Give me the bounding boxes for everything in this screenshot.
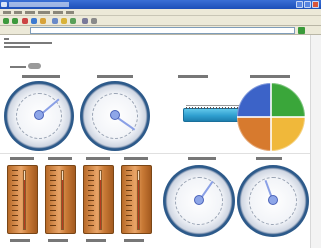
thermometer [121,165,152,234]
menu-item[interactable] [53,11,63,14]
thermometer-label [10,157,34,160]
menu-bar [0,9,321,16]
gauge-label [188,157,216,160]
thermometer [83,165,114,234]
radial-gauge [237,165,309,237]
gauge-label [97,75,133,78]
thermometer-fill [100,179,101,229]
address-bar [0,26,321,35]
thermometer-scale [12,170,18,230]
menu-item[interactable] [25,11,35,14]
section-divider [0,153,321,154]
thermometer-label [48,157,72,160]
thermometer-caption [124,239,144,242]
thermometer-tube [23,170,26,230]
forward-icon[interactable] [12,18,18,24]
linear-gauge-label [178,75,208,78]
gauge-hub [110,110,120,120]
refresh-icon[interactable] [31,18,37,24]
app-icon [1,2,7,7]
stop-icon[interactable] [22,18,28,24]
gauge-label [256,157,282,160]
minimize-button[interactable] [296,1,303,8]
thermometer-scale [50,170,56,230]
pie-label [250,75,290,78]
thermometer [7,165,38,234]
thermometer-fill [138,179,139,229]
nav-button[interactable] [28,63,41,69]
gauge-hub [34,110,44,120]
maximize-button[interactable] [304,1,311,8]
window-title [9,2,69,7]
thermometer-fill [62,179,63,229]
scrollbar[interactable] [310,35,321,248]
pie-divider [270,83,272,151]
mail-icon[interactable] [82,18,88,24]
thermometer-label [86,157,110,160]
linear-gauge-scale [186,107,240,109]
gauge-hub [194,195,204,205]
header-text [10,66,26,68]
menu-item[interactable] [38,11,50,14]
toolbar [0,16,321,26]
thermometer-fill [24,179,25,229]
thermometer-tube [137,170,140,230]
print-icon[interactable] [91,18,97,24]
thermometer-scale [126,170,132,230]
thermometer-tube [61,170,64,230]
thermometer-caption [10,239,30,242]
linear-gauge [183,105,241,122]
menu-item[interactable] [66,11,74,14]
thermometer-scale [88,170,94,230]
thermometer-label [124,157,148,160]
menu-item[interactable] [3,11,11,14]
header-text [4,46,30,48]
gauge-label [22,75,60,78]
search-icon[interactable] [52,18,58,24]
thermometer-caption [86,239,106,242]
thermometer-tube [99,170,102,230]
home-icon[interactable] [40,18,46,24]
thermometer-caption [48,239,68,242]
pie-chart [237,83,305,151]
header-text [4,42,52,44]
history-icon[interactable] [70,18,76,24]
radial-gauge [163,165,235,237]
close-button[interactable] [312,1,319,8]
gauge-hub [268,195,278,205]
window-titlebar [0,0,321,9]
header-text [4,38,9,40]
favorites-icon[interactable] [61,18,67,24]
address-input[interactable] [30,27,295,34]
back-icon[interactable] [3,18,9,24]
menu-item[interactable] [14,11,22,14]
go-icon[interactable] [298,27,305,34]
radial-gauge [4,81,74,151]
linear-gauge-tick-labels [186,105,240,106]
thermometer [45,165,76,234]
radial-gauge [80,81,150,151]
